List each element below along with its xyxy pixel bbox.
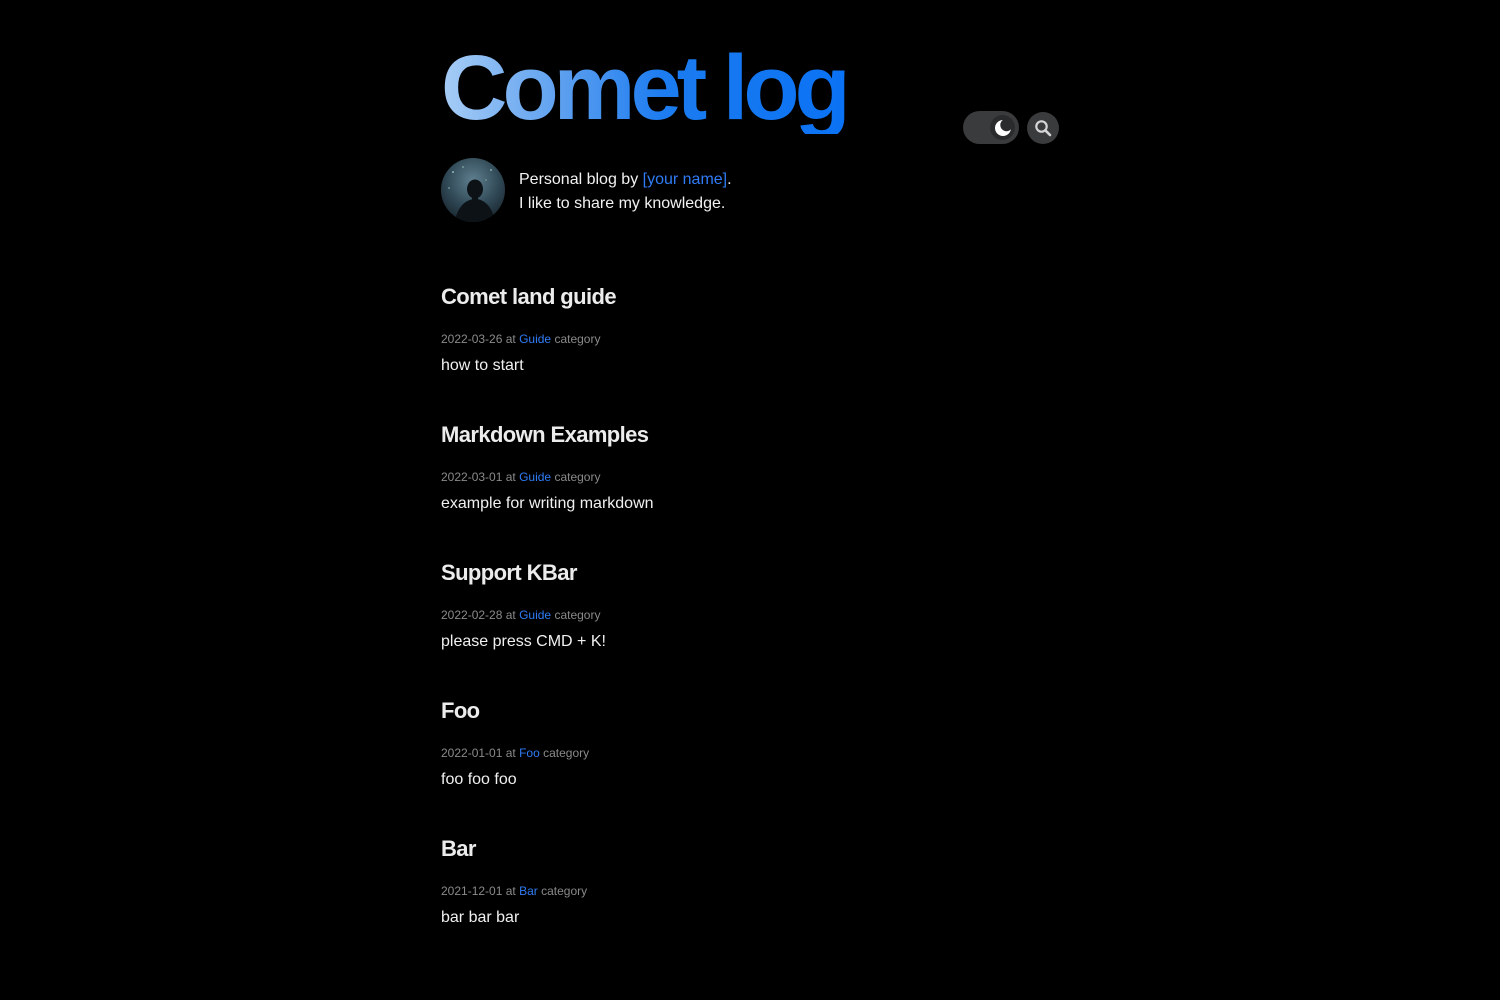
post-meta: 2022-01-01 at Foo category bbox=[441, 746, 590, 760]
post-title[interactable]: Bar bbox=[441, 834, 1061, 864]
post-category-link[interactable]: Foo bbox=[519, 746, 540, 760]
avatar bbox=[441, 158, 505, 222]
post-description: foo foo foo bbox=[441, 771, 517, 788]
bio-line-2: I like to share my knowledge. bbox=[519, 195, 726, 212]
search-icon bbox=[1035, 119, 1052, 136]
toggle-knob bbox=[990, 115, 1015, 140]
post-description: how to start bbox=[441, 357, 524, 374]
moon-icon bbox=[994, 118, 1013, 136]
post-meta: 2022-03-01 at Guide category bbox=[441, 470, 601, 484]
post-description: please press CMD + K! bbox=[441, 633, 606, 650]
post-item: Bar 2021-12-01 at Bar category bar bar b… bbox=[441, 834, 1061, 972]
bio-text: Personal blog by [your name]. I like to … bbox=[519, 168, 732, 216]
post-category-link[interactable]: Guide bbox=[519, 470, 551, 484]
post-category-link[interactable]: Guide bbox=[519, 332, 551, 346]
site-title[interactable]: Comet log bbox=[441, 42, 851, 134]
post-date: 2022-01-01 bbox=[441, 746, 503, 760]
post-meta: 2022-03-26 at Guide category bbox=[441, 332, 601, 346]
post-meta: 2021-12-01 at Bar category bbox=[441, 884, 588, 898]
post-title[interactable]: Support KBar bbox=[441, 558, 1061, 588]
author-bio: Personal blog by [your name]. I like to … bbox=[441, 158, 732, 222]
theme-toggle[interactable] bbox=[963, 111, 1019, 144]
header-controls bbox=[963, 111, 1059, 144]
search-button[interactable] bbox=[1027, 111, 1059, 144]
post-list: Comet land guide 2022-03-26 at Guide cat… bbox=[441, 282, 1061, 972]
post-title[interactable]: Foo bbox=[441, 696, 1061, 726]
post-date: 2022-03-26 bbox=[441, 332, 503, 346]
post-date: 2021-12-01 bbox=[441, 884, 503, 898]
post-date: 2022-03-01 bbox=[441, 470, 503, 484]
bio-line-1: Personal blog by [your name]. bbox=[519, 171, 732, 188]
post-description: example for writing markdown bbox=[441, 495, 654, 512]
post-title[interactable]: Markdown Examples bbox=[441, 420, 1061, 450]
post-date: 2022-02-28 bbox=[441, 608, 503, 622]
post-meta: 2022-02-28 at Guide category bbox=[441, 608, 601, 622]
post-item: Support KBar 2022-02-28 at Guide categor… bbox=[441, 558, 1061, 696]
post-category-link[interactable]: Bar bbox=[519, 884, 538, 898]
author-link[interactable]: [your name] bbox=[643, 171, 727, 188]
post-item: Markdown Examples 2022-03-01 at Guide ca… bbox=[441, 420, 1061, 558]
post-category-link[interactable]: Guide bbox=[519, 608, 551, 622]
post-item: Foo 2022-01-01 at Foo category foo foo f… bbox=[441, 696, 1061, 834]
post-description: bar bar bar bbox=[441, 909, 520, 926]
post-item: Comet land guide 2022-03-26 at Guide cat… bbox=[441, 282, 1061, 420]
post-title[interactable]: Comet land guide bbox=[441, 282, 1061, 312]
